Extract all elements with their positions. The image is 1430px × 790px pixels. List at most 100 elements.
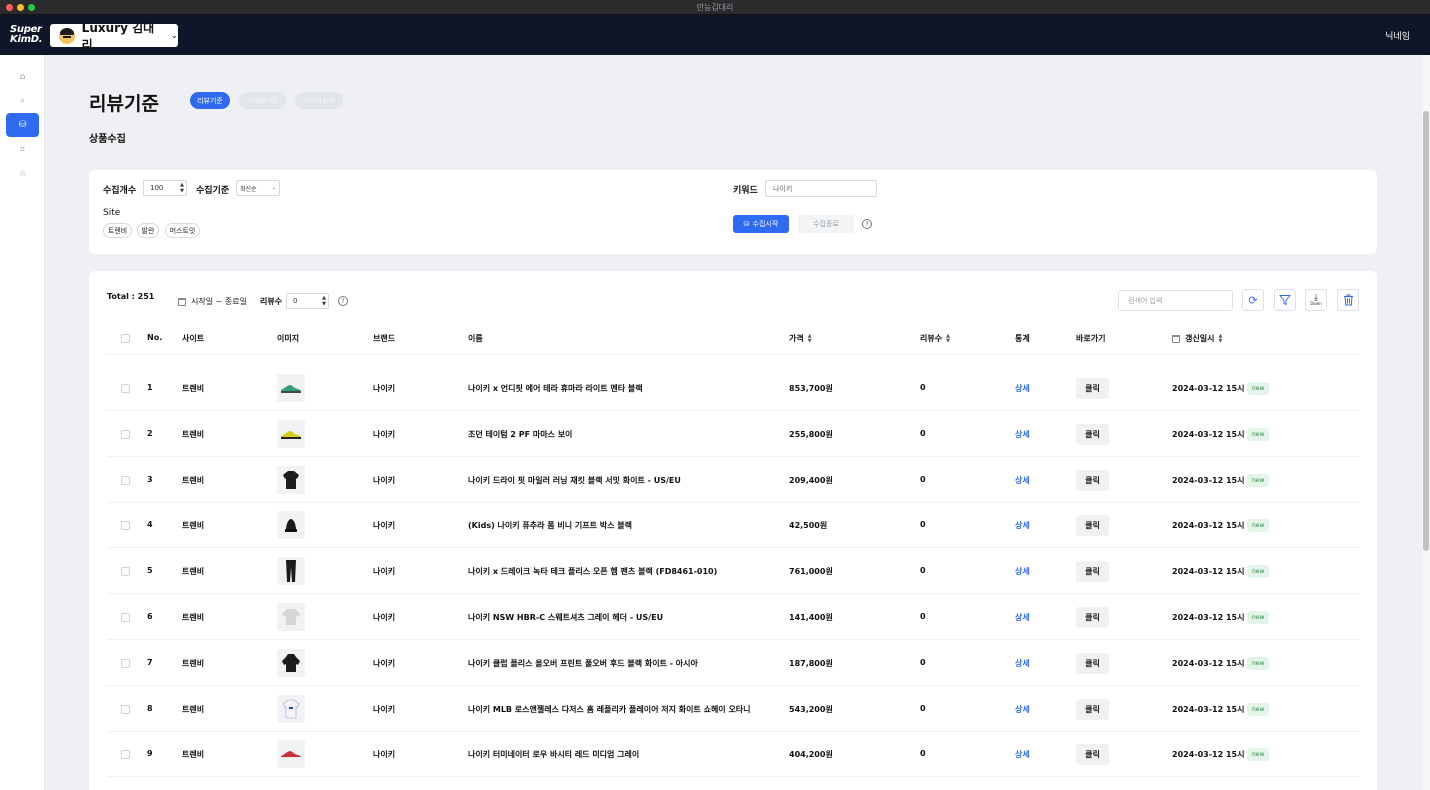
avatar [59, 27, 75, 44]
column-header-updated[interactable]: 갱신일시 ▲ ▼ [1172, 333, 1222, 344]
keyword-input[interactable]: 나이키 [765, 180, 877, 197]
row-brand: 나이키 [373, 750, 396, 759]
row-stats-link[interactable]: 상세 [1015, 612, 1030, 623]
criteria-select[interactable]: 최신순 ⌄ [236, 180, 280, 196]
row-stats-link[interactable]: 상세 [1015, 520, 1030, 531]
product-image [277, 740, 305, 768]
stepper-arrows-icon[interactable]: ▲ ▼ [322, 295, 326, 307]
row-brand: 나이키 [373, 613, 396, 622]
row-reviews: 0 [920, 749, 926, 758]
row-no: 7 [147, 658, 153, 667]
scrollbar-thumb[interactable] [1423, 111, 1429, 551]
row-checkbox[interactable] [121, 750, 130, 759]
stop-collect-button[interactable]: 수집종료 [798, 215, 854, 233]
review-count-stepper[interactable]: 0 ▲ ▼ [286, 293, 329, 309]
row-goto-button[interactable]: 클릭 [1076, 744, 1109, 765]
row-goto-button[interactable]: 클릭 [1076, 561, 1109, 582]
row-brand: 나이키 [373, 567, 396, 576]
help-icon[interactable]: ? [862, 219, 872, 229]
tab-volume[interactable]: 거래량기준 [239, 92, 286, 109]
row-goto-button[interactable]: 클릭 [1076, 699, 1109, 720]
new-badge: new [1247, 428, 1270, 441]
row-brand: 나이키 [373, 705, 396, 714]
row-updated: 2024-03-12 15시 [1172, 384, 1245, 393]
row-goto-button[interactable]: 클릭 [1076, 515, 1109, 536]
row-site: 트렌비 [182, 659, 205, 668]
trash-icon [1343, 294, 1353, 306]
row-checkbox[interactable] [121, 521, 130, 530]
count-stepper[interactable]: 100 ▲ ▼ [143, 180, 187, 196]
row-brand: 나이키 [373, 659, 396, 668]
select-all-checkbox[interactable] [121, 334, 130, 343]
row-divider [107, 776, 1360, 777]
row-checkbox[interactable] [121, 659, 130, 668]
page-scrollbar[interactable] [1422, 55, 1430, 790]
start-collect-button[interactable]: ⛁ 수집시작 [733, 215, 789, 233]
site-chip-balaan[interactable]: 발란 [137, 223, 159, 238]
home-icon[interactable]: ⌂ [6, 65, 39, 89]
account-name: Luxury 김대리 [81, 20, 155, 52]
row-goto-button[interactable]: 클릭 [1076, 424, 1109, 445]
sort-icon[interactable]: ▲ ▼ [808, 333, 812, 344]
row-stats-link[interactable]: 상세 [1015, 383, 1030, 394]
stepper-arrows-icon[interactable]: ▲ ▼ [180, 182, 184, 194]
chevron-down-icon: ⌄ [170, 30, 178, 41]
row-stats-link[interactable]: 상세 [1015, 475, 1030, 486]
row-divider [107, 502, 1360, 503]
row-divider [107, 593, 1360, 594]
row-stats-link[interactable]: 상세 [1015, 704, 1030, 715]
site-chip-mustit[interactable]: 머스트잇 [165, 223, 200, 238]
row-goto-button[interactable]: 클릭 [1076, 378, 1109, 399]
site-chip-trenbe[interactable]: 트렌비 [103, 223, 132, 238]
row-price: 141,400원 [789, 613, 833, 622]
row-checkbox[interactable] [121, 476, 130, 485]
refresh-button[interactable]: ⟳ [1242, 289, 1264, 311]
date-range-picker[interactable]: 시작일 ~ 종료일 [178, 296, 247, 307]
tab-review[interactable]: 리뷰기준 [190, 92, 230, 109]
row-goto-button[interactable]: 클릭 [1076, 470, 1109, 491]
row-no: 5 [147, 566, 153, 575]
row-stats-link[interactable]: 상세 [1015, 749, 1030, 760]
column-header-price[interactable]: 가격 ▲ ▼ [789, 333, 812, 344]
row-stats-link[interactable]: 상세 [1015, 566, 1030, 577]
row-stats-link[interactable]: 상세 [1015, 429, 1030, 440]
row-checkbox[interactable] [121, 567, 130, 576]
sort-icon[interactable]: ▲ ▼ [1218, 333, 1222, 344]
delete-button[interactable] [1337, 289, 1359, 311]
product-image [277, 374, 305, 402]
sort-icon[interactable]: ▲ ▼ [946, 333, 950, 344]
new-badge: new [1247, 657, 1270, 670]
row-stats-link[interactable]: 상세 [1015, 658, 1030, 669]
row-checkbox[interactable] [121, 430, 130, 439]
row-divider [107, 547, 1360, 548]
row-goto-button[interactable]: 클릭 [1076, 607, 1109, 628]
tab-lowest-price[interactable]: 최저가찾기 [295, 92, 343, 109]
tag-icon[interactable]: ⌗ [6, 138, 39, 162]
column-header-no: No. [147, 333, 163, 342]
search-icon[interactable]: ⌕ [6, 89, 39, 113]
help-icon[interactable]: ? [338, 296, 348, 306]
new-badge: new [1247, 519, 1270, 532]
row-updated: 2024-03-12 15시 [1172, 430, 1245, 439]
app-logo[interactable]: Super KimD. [10, 25, 43, 45]
account-switcher-button[interactable]: Luxury 김대리 ⌄ [50, 21, 178, 52]
star-icon[interactable]: ☆ [6, 162, 39, 186]
product-image [277, 557, 305, 585]
row-checkbox[interactable] [121, 705, 130, 714]
product-image [277, 695, 305, 723]
collect-icon[interactable]: ⛁ [6, 113, 39, 137]
product-image [277, 466, 305, 494]
table-search-input[interactable]: 검색어 입력 [1118, 290, 1233, 311]
row-goto-button[interactable]: 클릭 [1076, 653, 1109, 674]
filter-button[interactable] [1274, 289, 1296, 311]
download-button[interactable]: ⤓ Down [1305, 289, 1327, 311]
column-header-name: 이름 [468, 334, 483, 343]
row-checkbox[interactable] [121, 613, 130, 622]
row-checkbox[interactable] [121, 384, 130, 393]
column-header-reviews[interactable]: 리뷰수 ▲ ▼ [920, 333, 950, 344]
user-nickname[interactable]: 닉네임 [1385, 29, 1410, 42]
column-header-brand: 브랜드 [373, 334, 396, 343]
row-site: 트렌비 [182, 384, 205, 393]
row-reviews: 0 [920, 520, 926, 529]
row-name: 나이키 NSW HBR-C 스웨트셔츠 그레이 헤더 - US/EU [468, 613, 664, 622]
